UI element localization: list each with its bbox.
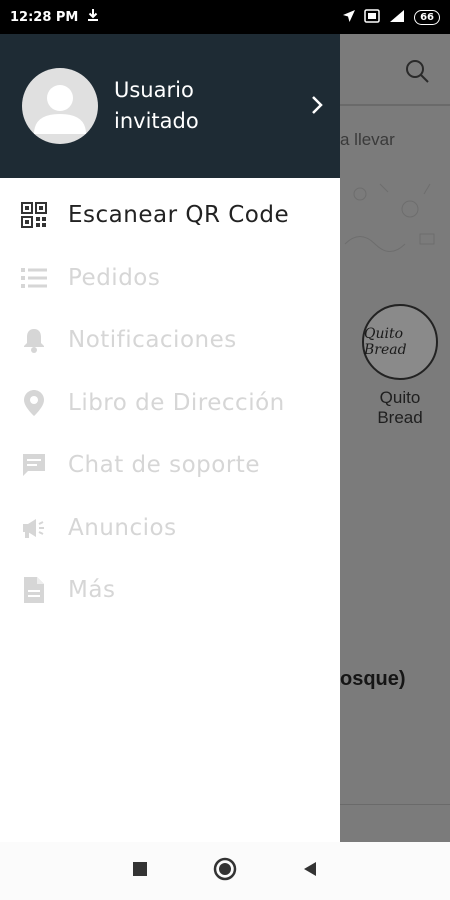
menu-item-more[interactable]: Más <box>0 559 340 622</box>
megaphone-icon <box>20 514 48 542</box>
background-pattern <box>344 183 435 252</box>
avatar <box>22 68 98 144</box>
bell-icon <box>20 326 48 354</box>
status-time: 12:28 PM <box>10 9 79 25</box>
menu-item-address-book[interactable]: Libro de Dirección <box>0 372 340 435</box>
download-icon <box>86 8 100 26</box>
background-item-title: osque) <box>340 668 406 690</box>
background-topbar <box>340 34 450 106</box>
search-icon[interactable] <box>404 58 430 88</box>
signal-icon <box>388 8 406 27</box>
sim-icon <box>364 8 380 27</box>
location-pin-icon <box>20 389 48 417</box>
drawer-menu: Escanear QR Code Pedidos Notificaciones <box>0 178 340 622</box>
chat-icon <box>20 451 48 479</box>
status-bar: 12:28 PM 66 <box>0 0 450 34</box>
menu-item-notifications[interactable]: Notificaciones <box>0 309 340 372</box>
user-name-line1: Usuario <box>114 78 194 102</box>
menu-label-address-book: Libro de Dirección <box>68 389 285 416</box>
qr-code-icon <box>20 201 48 229</box>
list-icon <box>20 264 48 292</box>
home-button[interactable] <box>213 857 237 885</box>
menu-item-scan-qr[interactable]: Escanear QR Code <box>0 184 340 247</box>
background-app[interactable]: a llevar Quito Bread Quito Bread osque) <box>340 34 450 842</box>
back-button[interactable] <box>302 861 318 881</box>
store-name-line1: Quito <box>379 388 421 407</box>
menu-item-support-chat[interactable]: Chat de soporte <box>0 434 340 497</box>
system-nav-bar <box>0 842 450 900</box>
background-tab-label: a llevar <box>340 130 395 149</box>
user-silhouette-icon <box>34 85 86 134</box>
drawer-header[interactable]: Usuario invitado <box>0 34 340 178</box>
recents-button[interactable] <box>132 861 148 881</box>
store-logo-script: Quito Bread <box>364 326 407 358</box>
store-name-line2: Bread <box>377 408 423 427</box>
status-left: 12:28 PM <box>10 8 100 26</box>
menu-label-orders: Pedidos <box>68 264 161 291</box>
battery-indicator: 66 <box>414 9 440 25</box>
store-logo[interactable]: Quito Bread <box>362 304 438 380</box>
user-name: Usuario invitado <box>114 75 254 137</box>
status-right: 66 <box>342 8 440 27</box>
navigation-drawer: Usuario invitado Escanear QR Code Pedido… <box>0 34 340 842</box>
menu-item-orders[interactable]: Pedidos <box>0 247 340 310</box>
menu-label-support-chat: Chat de soporte <box>68 452 260 479</box>
menu-label-more: Más <box>68 577 116 604</box>
store-name: Quito Bread <box>362 388 438 428</box>
user-name-line2: invitado <box>114 109 199 133</box>
location-arrow-icon <box>342 8 356 27</box>
chevron-right-icon[interactable] <box>310 94 324 120</box>
document-icon <box>20 576 48 604</box>
menu-label-scan-qr: Escanear QR Code <box>68 202 290 229</box>
menu-label-notifications: Notificaciones <box>68 327 237 354</box>
background-divider <box>340 804 450 805</box>
menu-item-announcements[interactable]: Anuncios <box>0 497 340 560</box>
menu-label-announcements: Anuncios <box>68 514 177 541</box>
